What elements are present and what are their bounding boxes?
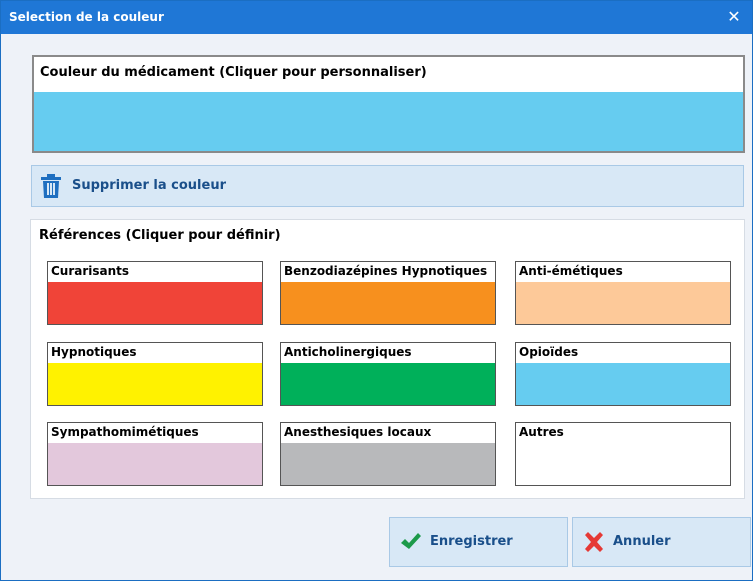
save-button-label: Enregistrer <box>430 534 513 549</box>
reference-label: Anti-émétiques <box>519 264 623 278</box>
remove-color-label: Supprimer la couleur <box>72 178 226 193</box>
reference-label: Benzodiazépines Hypnotiques <box>284 264 488 278</box>
references-panel: Références (Cliquer pour définir) Curari… <box>30 219 745 499</box>
cross-icon <box>585 532 603 552</box>
reference-label: Autres <box>519 425 564 439</box>
current-color-picker[interactable]: Couleur du médicament (Cliquer pour pers… <box>32 55 745 153</box>
references-title: Références (Cliquer pour définir) <box>39 228 281 243</box>
reference-label: Hypnotiques <box>51 345 137 359</box>
cancel-button-label: Annuler <box>613 534 671 549</box>
reference-swatch-anticholinergiques[interactable]: Anticholinergiques <box>280 342 496 406</box>
reference-color <box>516 443 730 485</box>
reference-swatch-anti-emetiques[interactable]: Anti-émétiques <box>515 261 731 325</box>
title-bar: Selection de la couleur ✕ <box>1 1 752 34</box>
reference-swatch-curarisants[interactable]: Curarisants <box>47 261 263 325</box>
dialog-title: Selection de la couleur <box>9 10 164 24</box>
current-color-swatch[interactable] <box>34 92 743 151</box>
reference-swatch-benzodiazepines[interactable]: Benzodiazépines Hypnotiques <box>280 261 496 325</box>
current-color-label: Couleur du médicament (Cliquer pour pers… <box>40 65 427 80</box>
reference-swatch-opioides[interactable]: Opioïdes <box>515 342 731 406</box>
reference-label: Curarisants <box>51 264 130 278</box>
checkmark-icon <box>401 533 421 549</box>
reference-color <box>281 282 495 324</box>
reference-color <box>48 282 262 324</box>
cancel-button[interactable]: Annuler <box>572 517 751 567</box>
reference-swatch-autres[interactable]: Autres <box>515 422 731 486</box>
reference-color <box>48 443 262 485</box>
remove-color-button[interactable]: Supprimer la couleur <box>31 165 744 207</box>
reference-swatch-sympathomimetiques[interactable]: Sympathomimétiques <box>47 422 263 486</box>
reference-label: Anesthesiques locaux <box>284 425 432 439</box>
reference-label: Opioïdes <box>519 345 579 359</box>
reference-label: Anticholinergiques <box>284 345 412 359</box>
trash-icon <box>41 174 61 198</box>
reference-color <box>281 363 495 405</box>
close-icon[interactable]: ✕ <box>722 5 746 29</box>
save-button[interactable]: Enregistrer <box>389 517 568 567</box>
reference-swatch-anesthesiques-locaux[interactable]: Anesthesiques locaux <box>280 422 496 486</box>
color-selection-dialog: Selection de la couleur ✕ Couleur du méd… <box>0 0 753 581</box>
reference-color <box>516 282 730 324</box>
reference-color <box>281 443 495 485</box>
reference-label: Sympathomimétiques <box>51 425 199 439</box>
reference-swatch-hypnotiques[interactable]: Hypnotiques <box>47 342 263 406</box>
reference-color <box>516 363 730 405</box>
reference-color <box>48 363 262 405</box>
